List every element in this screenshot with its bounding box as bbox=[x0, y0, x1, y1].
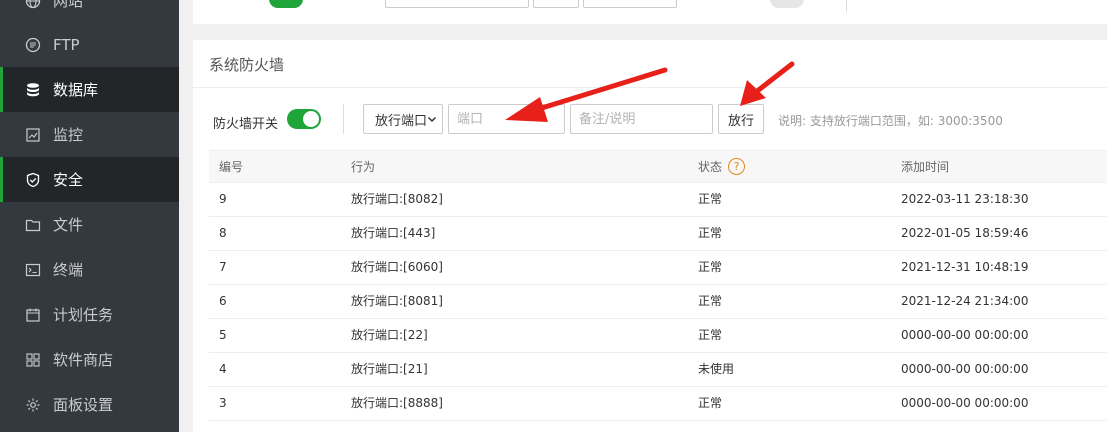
text-input[interactable] bbox=[385, 0, 529, 8]
divider bbox=[193, 87, 1107, 88]
sidebar-item-monitor[interactable]: 监控 bbox=[0, 112, 179, 157]
cell-time: 2022-03-11 23:18:30 bbox=[901, 192, 1029, 206]
sidebar-item-cron[interactable]: 计划任务 bbox=[0, 292, 179, 337]
sidebar-item-label: 软件商店 bbox=[53, 351, 114, 369]
sidebar-item-website[interactable]: 网站 bbox=[0, 0, 179, 23]
sidebar-item-label: 数据库 bbox=[53, 81, 99, 99]
globe-icon bbox=[25, 0, 41, 9]
sidebar-item-panel-settings[interactable]: 面板设置 bbox=[0, 382, 179, 427]
sidebar-item-ftp[interactable]: FTP bbox=[0, 22, 179, 67]
firewall-card: 系统防火墙 防火墙开关 放行端口 放行 说明: 支持放行端口范围，如: 3000… bbox=[193, 40, 1107, 432]
sidebar-item-terminal[interactable]: 终端 bbox=[0, 247, 179, 292]
cell-id: 6 bbox=[219, 294, 227, 308]
sidebar-item-label: FTP bbox=[53, 35, 80, 54]
sidebar-item-security[interactable]: 安全 bbox=[0, 157, 179, 202]
cell-id: 5 bbox=[219, 328, 227, 342]
sidebar-item-label: 文件 bbox=[53, 216, 84, 234]
text-input[interactable] bbox=[583, 0, 677, 8]
divider bbox=[846, 0, 847, 12]
table-row: 4 放行端口:[21] 未使用 0000-00-00 00:00:00 bbox=[209, 353, 1107, 387]
cell-status: 正常 bbox=[698, 328, 723, 342]
column-header-time[interactable]: 添加时间 bbox=[901, 151, 949, 184]
folder-icon bbox=[25, 217, 41, 233]
toggle-switch[interactable] bbox=[770, 0, 804, 8]
sidebar: 网站 FTP 数据库 监控 安全 文件 终端 计划任务 软件商店 面板设置 bbox=[0, 0, 179, 432]
divider bbox=[343, 104, 344, 134]
toggle-switch[interactable] bbox=[269, 0, 303, 8]
cell-id: 8 bbox=[219, 226, 227, 240]
column-header-id[interactable]: 编号 bbox=[219, 151, 243, 184]
table-row: 5 放行端口:[22] 正常 0000-00-00 00:00:00 bbox=[209, 319, 1107, 353]
firewall-toggle[interactable] bbox=[287, 109, 321, 129]
action-select[interactable]: 放行端口 bbox=[363, 104, 443, 134]
column-header-status-label: 状态 bbox=[698, 160, 723, 174]
sidebar-item-label: 面板设置 bbox=[53, 396, 114, 414]
database-icon bbox=[25, 82, 41, 98]
table-header: 编号 行为 状态? 添加时间 bbox=[209, 150, 1107, 183]
cell-action: 放行端口:[8888] bbox=[351, 396, 443, 410]
cell-time: 2021-12-31 10:48:19 bbox=[901, 260, 1029, 274]
hint-text: 说明: 支持放行端口范围，如: 3000:3500 bbox=[778, 114, 1003, 128]
terminal-icon bbox=[25, 262, 41, 278]
ftp-icon bbox=[25, 37, 41, 53]
cell-id: 7 bbox=[219, 260, 227, 274]
cell-id: 3 bbox=[219, 396, 227, 410]
shield-icon bbox=[25, 172, 41, 188]
sidebar-item-app-store[interactable]: 软件商店 bbox=[0, 337, 179, 382]
section-title: 系统防火墙 bbox=[209, 56, 285, 74]
table-row: 9 放行端口:[8082] 正常 2022-03-11 23:18:30 bbox=[209, 183, 1107, 217]
table-row: 8 放行端口:[443] 正常 2022-01-05 18:59:46 bbox=[209, 217, 1107, 251]
cell-action: 放行端口:[21] bbox=[351, 362, 428, 376]
port-input[interactable] bbox=[448, 104, 565, 134]
cell-time: 0000-00-00 00:00:00 bbox=[901, 396, 1029, 410]
sidebar-item-label: 计划任务 bbox=[53, 306, 114, 324]
cell-action: 放行端口:[8081] bbox=[351, 294, 443, 308]
action-select-value: 放行端口 bbox=[375, 113, 428, 129]
text-input[interactable] bbox=[533, 0, 579, 8]
cell-action: 放行端口:[6060] bbox=[351, 260, 443, 274]
sidebar-item-label: 网站 bbox=[53, 0, 84, 10]
firewall-toolbar: 防火墙开关 放行端口 放行 说明: 支持放行端口范围，如: 3000:3500 bbox=[193, 104, 1107, 136]
chevron-down-icon bbox=[427, 116, 437, 123]
table-row: 7 放行端口:[6060] 正常 2021-12-31 10:48:19 bbox=[209, 251, 1107, 285]
gear-icon bbox=[25, 397, 41, 413]
cell-action: 放行端口:[8082] bbox=[351, 192, 443, 206]
cell-status: 正常 bbox=[698, 294, 723, 308]
cell-status: 正常 bbox=[698, 192, 723, 206]
sidebar-item-label: 监控 bbox=[53, 126, 84, 144]
sidebar-item-database[interactable]: 数据库 bbox=[0, 67, 179, 112]
cell-id: 4 bbox=[219, 362, 227, 376]
settings-card-top bbox=[193, 0, 1107, 24]
help-icon[interactable]: ? bbox=[728, 158, 746, 175]
cell-time: 2022-01-05 18:59:46 bbox=[901, 226, 1029, 240]
cell-time: 0000-00-00 00:00:00 bbox=[901, 362, 1029, 376]
table-row: 6 放行端口:[8081] 正常 2021-12-24 21:34:00 bbox=[209, 285, 1107, 319]
sidebar-item-label: 安全 bbox=[53, 171, 84, 189]
apps-grid-icon bbox=[25, 352, 41, 368]
cell-status: 正常 bbox=[698, 260, 723, 274]
cell-action: 放行端口:[22] bbox=[351, 328, 428, 342]
rules-table: 编号 行为 状态? 添加时间 9 放行端口:[8082] 正常 2022-03-… bbox=[209, 150, 1107, 421]
firewall-switch-label: 防火墙开关 bbox=[213, 117, 279, 132]
cell-time: 2021-12-24 21:34:00 bbox=[901, 294, 1029, 308]
sidebar-item-files[interactable]: 文件 bbox=[0, 202, 179, 247]
column-header-status[interactable]: 状态? bbox=[698, 151, 746, 184]
note-input[interactable] bbox=[570, 104, 713, 134]
cell-status: 正常 bbox=[698, 226, 723, 240]
table-row: 3 放行端口:[8888] 正常 0000-00-00 00:00:00 bbox=[209, 387, 1107, 421]
cell-status: 未使用 bbox=[698, 362, 735, 376]
cell-action: 放行端口:[443] bbox=[351, 226, 436, 240]
calendar-icon bbox=[25, 307, 41, 323]
allow-button[interactable]: 放行 bbox=[718, 104, 764, 134]
cell-status: 正常 bbox=[698, 396, 723, 410]
cell-id: 9 bbox=[219, 192, 227, 206]
sidebar-item-label: 终端 bbox=[53, 261, 84, 279]
cell-time: 0000-00-00 00:00:00 bbox=[901, 328, 1029, 342]
monitor-icon bbox=[25, 127, 41, 143]
column-header-action[interactable]: 行为 bbox=[351, 151, 375, 184]
